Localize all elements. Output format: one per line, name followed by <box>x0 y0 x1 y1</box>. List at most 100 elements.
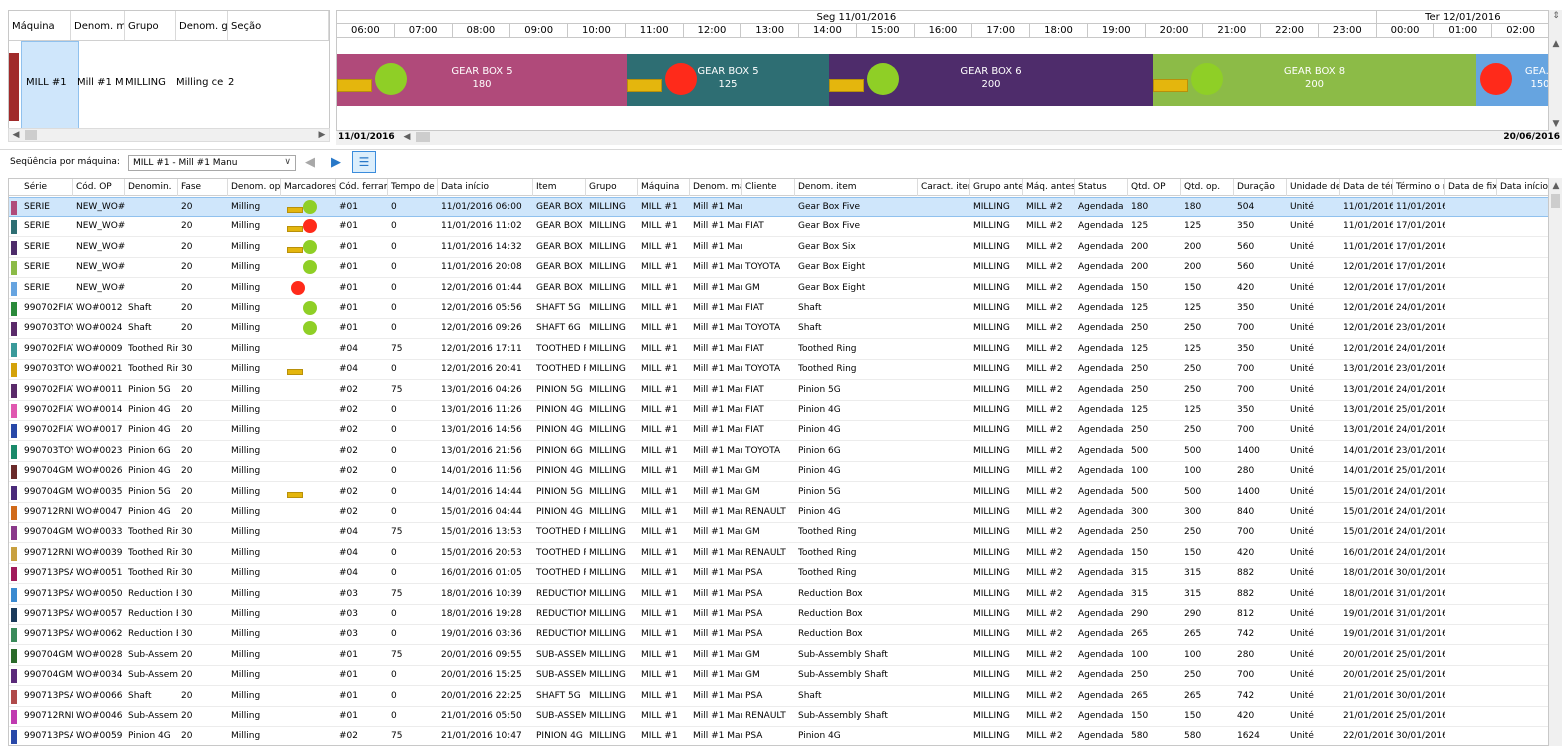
table-cell: 18/01/2016 <box>1343 568 1393 579</box>
table-cell: 200 <box>1184 262 1202 273</box>
machine-col-header[interactable]: Grupo <box>125 11 176 40</box>
column-header[interactable]: Denom. ope <box>228 179 281 196</box>
machine-col-header[interactable]: Denom. g <box>176 11 228 40</box>
column-header[interactable]: Máq. antes <box>1023 179 1075 196</box>
column-header[interactable]: Término o m <box>1393 179 1445 196</box>
column-header[interactable]: Caract. item <box>918 179 970 196</box>
table-cell: Milling <box>231 282 261 293</box>
machine-row[interactable]: MILL #1 Mill #1 M MILLING Milling ce 2 <box>9 40 329 131</box>
column-header[interactable]: Cód. OP <box>73 179 125 196</box>
table-row[interactable]: 990712RNLTWO#0046 Sub-Assemb20 Milling #01 0… <box>9 707 1548 727</box>
table-row[interactable]: 990713PSA WO#0059 Pinion 4G 20 Milling #02 75 2… <box>9 727 1548 745</box>
table-cell: 990703TOY( <box>24 364 73 375</box>
column-header[interactable]: Status <box>1075 179 1128 196</box>
table-row[interactable]: 990704GM WO#0035 Pinion 5G 20 Milling #02 0 14/… <box>9 483 1548 503</box>
table-row[interactable]: 990702FIAT WO#0012 Shaft 20 Milling #01 0 12/01… <box>9 299 1548 319</box>
table-row[interactable]: 990704GM WO#0026 Pinion 4G 20 Milling #02 0 14/… <box>9 462 1548 483</box>
table-row[interactable]: SERIE NEW_WO#(20 Milling #01 0 11/01/2016 11:… <box>9 217 1548 238</box>
table-cell: #02 <box>339 384 358 395</box>
column-header[interactable]: Qtd. op. <box>1181 179 1234 196</box>
table-cell: Milling <box>231 731 261 742</box>
gantt-hscroll[interactable]: 11/01/2016 ◀ 20/06/2016 <box>336 131 1562 145</box>
column-header[interactable]: Data início <box>1497 179 1548 196</box>
column-header[interactable]: Item <box>533 179 586 196</box>
table-cell: 250 <box>1184 425 1202 436</box>
table-cell: MILL #1 <box>641 241 678 252</box>
grid-vscroll[interactable]: ▲ <box>1549 178 1562 746</box>
scroll-left-icon[interactable]: ◀ <box>400 131 414 143</box>
column-header[interactable]: Marcadores <box>281 179 336 196</box>
table-row[interactable]: 990702FIAT WO#0009 Toothed Rin 30 Milling #04… <box>9 340 1548 360</box>
scroll-thumb[interactable] <box>1551 194 1560 208</box>
table-cell: 19/01/2016 03:36 <box>441 629 522 640</box>
column-header[interactable]: Máquina <box>638 179 690 196</box>
column-header[interactable]: Grupo antes <box>970 179 1023 196</box>
table-row[interactable]: 990702FIAT WO#0014 Pinion 4G 20 Milling #02 0 1… <box>9 401 1548 421</box>
machine-panel-hscroll[interactable]: ◀ ▶ <box>8 128 330 142</box>
column-header[interactable]: Qtd. OP <box>1128 179 1181 196</box>
column-header[interactable]: Fase <box>178 179 228 196</box>
scroll-down-icon[interactable]: ▼ <box>1549 118 1562 130</box>
gantt-bar[interactable]: GEAR BOX 8 200 <box>1153 54 1476 106</box>
gantt-bar[interactable]: GEAR BOX 5 125 <box>627 54 829 106</box>
column-header[interactable]: Série <box>21 179 73 196</box>
table-row[interactable]: SERIE NEW_WO#(20 Milling #01 0 11/01/2016 20:… <box>9 258 1548 279</box>
column-header[interactable]: Data de térm <box>1340 179 1393 196</box>
column-header[interactable]: Cód. ferram <box>336 179 388 196</box>
table-row[interactable]: 990703TOY(WO#0021 Toothed Rin30 Milling #04… <box>9 360 1548 381</box>
column-header[interactable]: Unidade de <box>1287 179 1340 196</box>
previous-icon[interactable]: ◀ <box>302 155 318 171</box>
gantt-vscroll[interactable]: ⇕ ▲ ▼ <box>1549 10 1562 131</box>
column-header[interactable]: Denom. máq <box>690 179 742 196</box>
column-header[interactable]: Data início <box>438 179 533 196</box>
machine-col-header[interactable]: Seção <box>228 11 329 40</box>
column-header[interactable]: Denom. item <box>795 179 918 196</box>
table-row[interactable]: 990713PSA WO#0051 Toothed Rin 30 Milling #04 0… <box>9 564 1548 585</box>
column-header[interactable]: Denomin. <box>125 179 178 196</box>
table-row[interactable]: 990713PSA WO#0050 Reduction B 30 Milling #03 7… <box>9 585 1548 605</box>
column-header[interactable]: Grupo <box>586 179 638 196</box>
table-row[interactable]: 990703TOY(WO#0024 Shaft 20 Milling #01 0 12/01… <box>9 319 1548 340</box>
table-cell: 20 <box>181 221 193 232</box>
column-header[interactable]: Tempo de tr <box>388 179 438 196</box>
table-row[interactable]: 990713PSA WO#0057 Reduction B 30 Milling #03 0… <box>9 605 1548 625</box>
table-row[interactable]: 990702FIAT WO#0011 Pinion 5G 20 Milling #02 75… <box>9 381 1548 401</box>
table-row[interactable]: 990704GMWO#0028 Sub-Assemb20 Milling #01 75 2… <box>9 646 1548 666</box>
table-row[interactable]: 990704GM WO#0033 Toothed Rin 30 Milling #04 75… <box>9 523 1548 544</box>
table-row[interactable]: 990713PSA WO#0062 Reduction B 30 Milling #03 0… <box>9 625 1548 646</box>
table-cell: MILLING <box>973 711 1010 721</box>
table-row[interactable]: SERIE NEW_WO#(20 Milling #01 0 12/01/2016 01:… <box>9 279 1548 299</box>
gantt-bar[interactable]: GEAR BOX 6 200 <box>829 54 1153 106</box>
scroll-up-icon[interactable]: ▲ <box>1549 38 1562 50</box>
sequence-config-icon[interactable]: ☰ <box>352 151 376 173</box>
table-row[interactable]: 990712RNLTWO#0047 Pinion 4G 20 Milling #02 0 1… <box>9 503 1548 523</box>
table-cell <box>1497 687 1548 706</box>
scroll-right-icon[interactable]: ▶ <box>315 129 329 141</box>
table-row[interactable]: SERIE NEW_WO#(20 Milling #01 0 11/01/2016 06:… <box>9 197 1548 217</box>
table-row[interactable]: 990712RNLTWO#0039 Toothed Rin30 Milling #04… <box>9 544 1548 564</box>
scroll-thumb[interactable] <box>25 130 37 140</box>
table-cell: NEW_WO#( <box>76 282 125 293</box>
machine-sequence-select[interactable]: MILL #1 - Mill #1 Manu ∨ <box>128 155 296 171</box>
table-row[interactable]: 990713PSA WO#0066 Shaft 20 Milling #01 0 20/01/… <box>9 687 1548 707</box>
table-cell: MILLING <box>973 364 1010 375</box>
table-row[interactable]: SERIE NEW_WO#(20 Milling #01 0 11/01/2016 14:… <box>9 238 1548 258</box>
column-header[interactable]: Duração <box>1234 179 1287 196</box>
table-cell: Unité <box>1290 711 1314 721</box>
gantt-bar[interactable]: GEA... 150 <box>1476 54 1548 106</box>
scroll-left-icon[interactable]: ◀ <box>9 129 23 141</box>
table-row[interactable]: 990702FIAT WO#0017 Pinion 4G 20 Milling #02 0 1… <box>9 421 1548 442</box>
machine-col-header[interactable]: Máquina <box>9 11 71 40</box>
table-cell: Toothed Ring <box>798 343 857 354</box>
scroll-up-icon[interactable]: ▲ <box>1549 180 1562 192</box>
machine-col-header[interactable]: Denom. m <box>71 11 125 40</box>
gantt-bar[interactable]: GEAR BOX 5 180 <box>337 54 627 106</box>
table-cell <box>1445 687 1497 706</box>
scroll-thumb[interactable] <box>416 132 430 142</box>
table-row[interactable]: 990704GMWO#0034 Sub-Assemb20 Milling #01 0 20… <box>9 666 1548 687</box>
table-row[interactable]: 990703TOY(WO#0023 Pinion 6G 20 Milling #02 0 1… <box>9 442 1548 462</box>
expand-icon[interactable]: ⇕ <box>1549 10 1562 22</box>
column-header[interactable]: Data de fixa <box>1445 179 1497 196</box>
next-icon[interactable]: ▶ <box>328 155 344 171</box>
column-header[interactable]: Cliente <box>742 179 795 196</box>
